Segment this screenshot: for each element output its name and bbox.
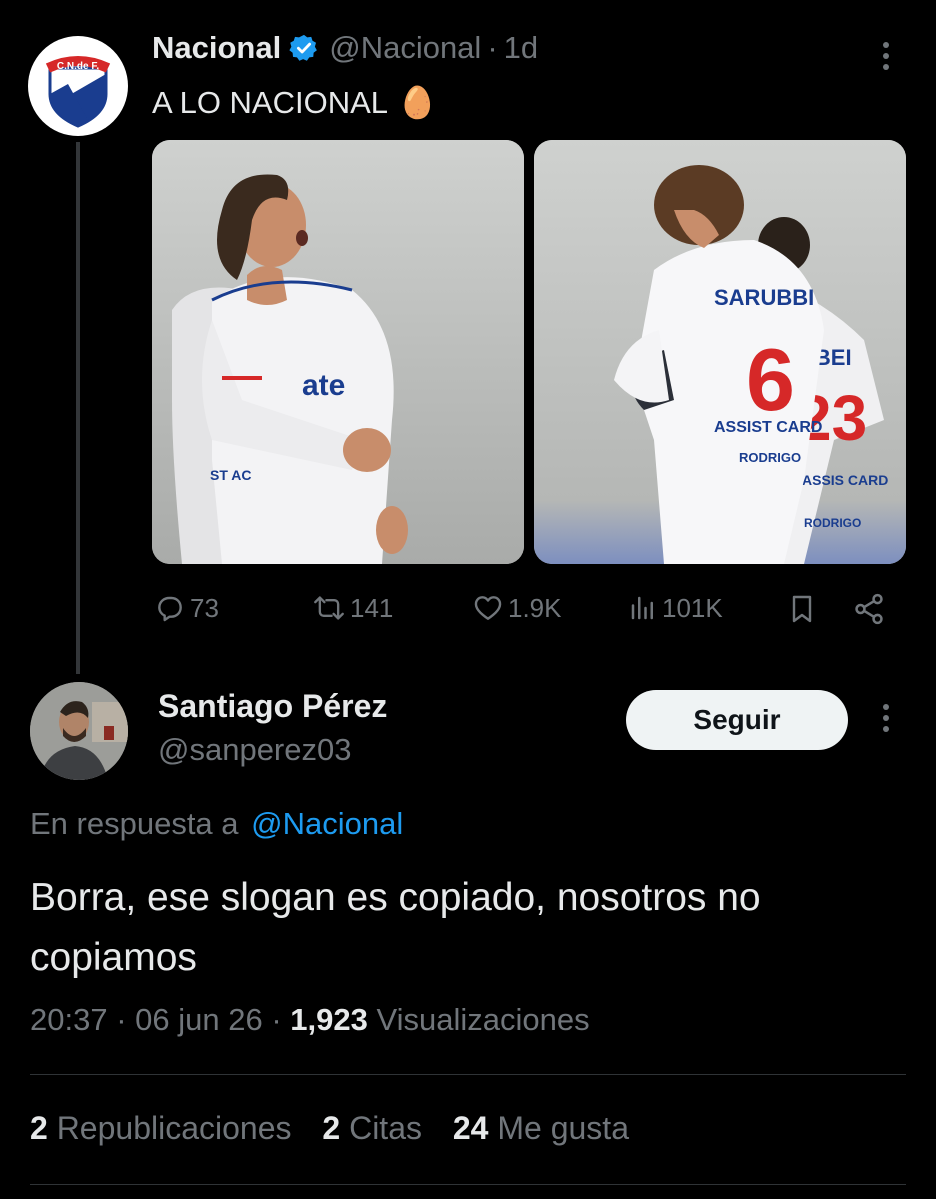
nacional-avatar[interactable]: C.N.de F.: [28, 36, 128, 136]
header-separator: ·: [487, 30, 498, 65]
views-chart-icon: [628, 592, 658, 624]
follow-button[interactable]: Seguir: [626, 690, 848, 750]
player-back-image: UBEI 23 ASSIS CARD RODRIGO SARUBBI 6 ASS…: [534, 140, 906, 564]
reply-author-name[interactable]: Santiago Pérez: [158, 688, 387, 725]
reply-date[interactable]: 06 jun 26: [135, 1002, 263, 1037]
repost-icon: [312, 592, 346, 624]
reply-icon: [154, 592, 186, 624]
reply-context: En respuesta a @Nacional: [30, 806, 403, 842]
avatar-crest-text: C.N.de F.: [57, 61, 99, 72]
divider: [30, 1184, 906, 1185]
divider: [30, 1074, 906, 1075]
views-label: Visualizaciones: [376, 1002, 590, 1037]
tweet-header: Nacional @Nacional · 1d: [152, 30, 538, 66]
egg-emoji: 🥚: [398, 85, 437, 120]
jersey-number: 6: [746, 330, 795, 429]
more-options-icon[interactable]: [872, 702, 900, 736]
author-handle[interactable]: @Nacional: [329, 30, 481, 66]
reposts-count: 2: [30, 1110, 48, 1146]
profile-photo-icon: [30, 682, 128, 780]
quotes-stat[interactable]: 2 Citas: [322, 1110, 430, 1146]
back-player-name2: RODRIGO: [804, 516, 861, 530]
reply-time[interactable]: 20:37: [30, 1002, 108, 1037]
meta-separator: ·: [271, 1002, 291, 1037]
nacional-crest-icon: C.N.de F.: [45, 56, 111, 128]
back-player-sponsor: ASSIS CARD: [802, 472, 888, 488]
reply-meta: 20:37 · 06 jun 26 · 1,923 Visualizacione…: [30, 1002, 590, 1038]
tweet-image-left[interactable]: ate ST AC: [152, 140, 524, 564]
reply-count: 73: [190, 592, 219, 623]
likes-label: Me gusta: [497, 1110, 629, 1146]
jersey-name: SARUBBI: [714, 285, 814, 310]
jersey-sponsor-text: ate: [302, 369, 345, 402]
share-icon[interactable]: [852, 592, 886, 626]
repost-count: 141: [350, 592, 394, 623]
thread-line: [76, 142, 80, 674]
tweet-image-right[interactable]: UBEI 23 ASSIS CARD RODRIGO SARUBBI 6 ASS…: [534, 140, 906, 564]
reply-action[interactable]: 73: [154, 592, 219, 624]
reply-to-link[interactable]: @Nacional: [251, 806, 403, 841]
verified-badge-icon: [289, 33, 319, 63]
bookmark-icon[interactable]: [786, 592, 818, 626]
like-count: 1.9K: [508, 592, 562, 623]
tweet-text-content: A LO NACIONAL: [152, 84, 389, 120]
jersey-chest-text: ST AC: [210, 467, 251, 483]
jersey-sponsor: ASSIST CARD: [714, 419, 822, 436]
more-options-icon[interactable]: [872, 40, 900, 74]
reply-prefix: En respuesta a: [30, 806, 239, 841]
reposts-label: Republicaciones: [56, 1110, 292, 1146]
reply-author-handle[interactable]: @sanperez03: [158, 732, 351, 768]
views-number: 1,923: [290, 1002, 368, 1037]
tweet-text: A LO NACIONAL 🥚: [152, 84, 437, 121]
tweet-time[interactable]: 1d: [504, 30, 538, 66]
likes-stat[interactable]: 24 Me gusta: [453, 1110, 629, 1146]
heart-icon: [472, 592, 504, 624]
quotes-label: Citas: [349, 1110, 422, 1146]
like-action[interactable]: 1.9K: [472, 592, 562, 624]
engagement-stats: 2 Republicaciones 2 Citas 24 Me gusta: [30, 1110, 629, 1147]
meta-separator: ·: [116, 1002, 136, 1037]
likes-count: 24: [452, 1110, 489, 1146]
repost-action[interactable]: 141: [312, 592, 393, 624]
author-name[interactable]: Nacional: [152, 30, 281, 66]
santiago-avatar[interactable]: [30, 682, 128, 780]
player-celebrating-image: ate ST AC: [152, 140, 524, 564]
jersey-sponsor-line2: RODRIGO: [739, 450, 801, 465]
views-action[interactable]: 101K: [628, 592, 723, 624]
reposts-stat[interactable]: 2 Republicaciones: [30, 1110, 300, 1146]
views-count: 101K: [662, 592, 723, 623]
reply-text: Borra, ese slogan es copiado, nosotros n…: [30, 876, 761, 979]
quotes-count: 2: [322, 1110, 341, 1146]
